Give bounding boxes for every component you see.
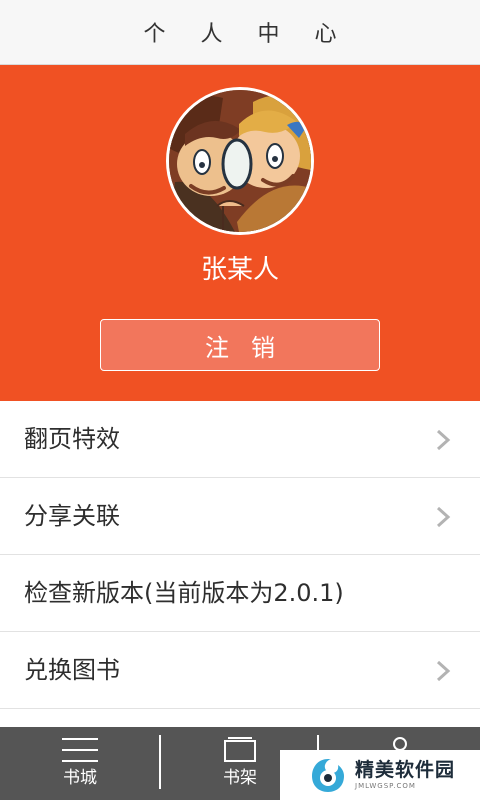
menu-item-share-link[interactable]: 分享关联 xyxy=(0,478,480,555)
menu-item-label: 翻页特效 xyxy=(24,425,120,453)
chevron-right-icon xyxy=(436,506,451,528)
menu-icon xyxy=(62,738,98,762)
nav-bookstore[interactable]: 书城 xyxy=(0,727,160,800)
menu-item-label: 分享关联 xyxy=(24,502,120,530)
watermark-text-group: 精美软件园 JMLWGSP.COM xyxy=(355,759,455,791)
username: 张某人 xyxy=(200,255,279,285)
menu-item-redeem-book[interactable]: 兑换图书 xyxy=(0,632,480,709)
menu-item-page-turn-effect[interactable]: 翻页特效 xyxy=(0,401,480,478)
chevron-right-icon xyxy=(436,429,451,451)
nav-divider xyxy=(159,735,161,789)
menu-item-label: 检查新版本(当前版本为2.0.1) xyxy=(24,579,344,607)
settings-menu: 翻页特效 分享关联 检查新版本(当前版本为2.0.1) 兑换图书 xyxy=(0,401,480,709)
top-header: 个 人 中 心 xyxy=(0,0,480,65)
avatar[interactable] xyxy=(166,87,314,235)
watermark-logo-icon xyxy=(312,759,344,792)
personal-center-screen: 个 人 中 心 张某人 注销 翻页特效 分享关联 检查新版本(当前版本为2.0.… xyxy=(0,0,480,800)
logout-button[interactable]: 注销 xyxy=(100,319,380,371)
nav-label-bookstore: 书城 xyxy=(63,768,97,788)
page-title: 个 人 中 心 xyxy=(143,22,351,47)
bookshelf-icon xyxy=(224,737,256,762)
cartoon-avatar-image xyxy=(169,90,311,232)
menu-item-check-update[interactable]: 检查新版本(当前版本为2.0.1) xyxy=(0,555,480,632)
chevron-right-icon xyxy=(436,660,451,682)
watermark: 精美软件园 JMLWGSP.COM xyxy=(280,750,480,800)
watermark-subtext: JMLWGSP.COM xyxy=(355,782,416,790)
watermark-text: 精美软件园 xyxy=(355,759,456,781)
profile-section: 张某人 注销 xyxy=(0,65,480,401)
menu-item-label: 兑换图书 xyxy=(24,656,120,684)
